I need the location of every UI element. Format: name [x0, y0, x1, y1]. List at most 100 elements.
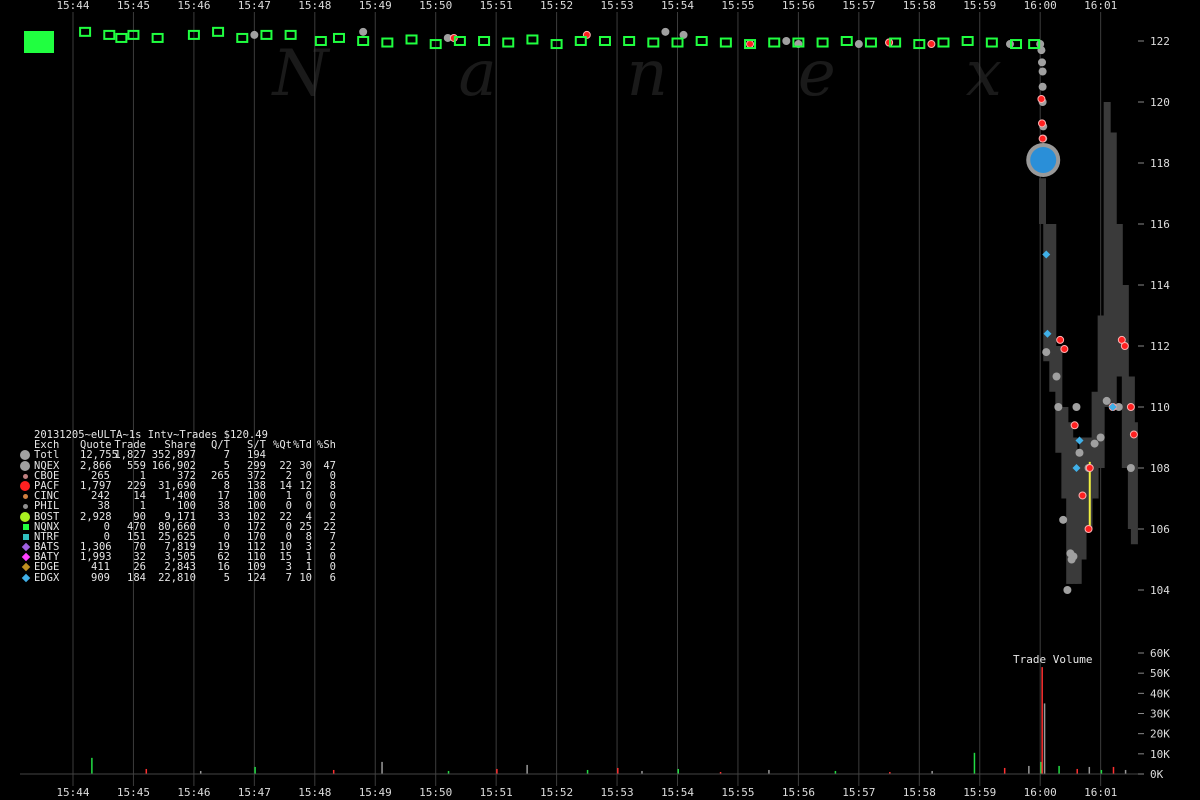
x-tick-label-top: 15:45 [117, 0, 150, 12]
trade-marker-pacf [1120, 342, 1129, 350]
spread-bar [1049, 224, 1057, 392]
first-trade-marker [24, 31, 54, 53]
y-tick-label: 112 [1150, 340, 1170, 353]
volume-bar [145, 768, 148, 774]
trade-marker-pacf [1037, 94, 1046, 103]
stats-cell: EDGX [21, 572, 80, 583]
trade-marker-nqex [661, 27, 670, 36]
spread-bar [1055, 346, 1063, 453]
stats-cell: 0 [329, 500, 336, 513]
stats-cell: 6 [329, 571, 336, 584]
stats-cell: 100 [247, 500, 266, 513]
stats-cell: %Qt [273, 439, 292, 452]
trade-marker-pacf [1038, 134, 1047, 143]
x-tick-label-top: 15:56 [782, 0, 815, 12]
watermark: Nanex [270, 37, 1131, 111]
x-tick-label-top: 15:46 [177, 0, 210, 12]
spread-bar [1109, 132, 1117, 407]
y-tick-label: 106 [1150, 523, 1170, 536]
trade-marker-nqex [1102, 396, 1111, 405]
trade-marker-pacf [1084, 525, 1093, 533]
exchange-symbol-icon [20, 480, 30, 491]
x-tick-label-top: 15:52 [540, 0, 573, 12]
volume-bar [586, 769, 589, 774]
x-tick-label-bottom: 15:58 [903, 786, 936, 799]
exchange-symbol-icon [20, 511, 30, 522]
volume-panel-title: Trade Volume [1013, 653, 1093, 666]
spread-bar [1121, 285, 1129, 468]
x-tick-label-bottom: 15:52 [540, 786, 573, 799]
trade-marker-pacf [1060, 345, 1069, 354]
stats-cell: 124 [247, 571, 266, 584]
y-tick-label: 114 [1150, 279, 1170, 292]
volume-tick-label: 60K [1150, 647, 1170, 660]
trade-marker-nqex [1096, 433, 1105, 442]
stats-cell: PHIL [23, 501, 80, 512]
trade-marker-bost [115, 32, 128, 43]
stats-cell: 7 [285, 571, 292, 584]
trade-marker-pacf [1070, 421, 1079, 430]
x-tick-label-top: 16:01 [1084, 0, 1117, 12]
trade-marker-nqex [1038, 67, 1047, 76]
volume-tick-label: 10K [1150, 748, 1170, 761]
x-tick-label-bottom: 16:00 [1024, 786, 1057, 799]
volume-bar [768, 769, 770, 774]
volume-tick-label: 20K [1150, 728, 1170, 741]
y-tick-label: 116 [1150, 218, 1170, 231]
volume-bar [1088, 766, 1091, 774]
trade-marker-nqex [1054, 403, 1063, 411]
trade-marker-nqex [1005, 40, 1014, 49]
stats-cell: 909 [91, 571, 110, 584]
x-tick-label-bottom: 15:55 [721, 786, 754, 799]
volume-bar [617, 767, 619, 774]
volume-tick-label: 40K [1150, 687, 1170, 700]
trade-marker-nqex [359, 27, 368, 36]
x-tick-label-bottom: 15:59 [963, 786, 996, 799]
spread-bar [1115, 224, 1123, 377]
trade-marker-bost [236, 32, 249, 43]
y-tick-label: 118 [1150, 157, 1170, 170]
stats-row: EDGX 909 184 22,810 5 124 7 10 6 [21, 571, 336, 584]
trade-marker-pacf [1056, 335, 1065, 344]
stats-cell: %Sh [317, 439, 336, 452]
trade-marker-nqex [1126, 464, 1135, 472]
trade-marker-nqex [1090, 439, 1099, 448]
trade-marker-bost [79, 26, 92, 37]
stats-cell: 5 [223, 571, 230, 584]
trade-marker-pacf [1126, 403, 1135, 411]
volume-bar [1124, 769, 1127, 774]
volume-bar [1112, 766, 1115, 774]
x-tick-label-top: 15:53 [600, 0, 633, 12]
volume-bar [1058, 765, 1060, 774]
price-volume-chart: Nanex 15:44 15:44 15:45 15:45 15:46 15:46 15:47… [20, 0, 1170, 799]
stats-cell: 38 [217, 500, 230, 513]
x-tick-label-top: 15:48 [298, 0, 331, 12]
spread-bar [1097, 315, 1105, 468]
volume-bar [332, 769, 335, 774]
volume-bar [1028, 765, 1030, 774]
trade-marker-nqex [1042, 348, 1051, 357]
stats-cell: 38 [97, 500, 110, 513]
volume-tick-label: 0K [1150, 768, 1164, 781]
x-tick-label-bottom: 15:53 [600, 786, 633, 799]
trade-marker-bost [260, 29, 273, 40]
trade-marker-bost [103, 29, 116, 40]
volume-bar [677, 768, 679, 774]
trade-marker-nqex [854, 40, 863, 49]
volume-bar [254, 766, 256, 774]
x-tick-label-top: 16:00 [1024, 0, 1057, 12]
exchange-symbol-icon [23, 473, 28, 479]
x-tick-label-top: 15:44 [56, 0, 89, 12]
trade-marker-nqex [1072, 403, 1081, 411]
trade-marker-pacf [927, 40, 936, 49]
x-tick-label-top: 15:51 [480, 0, 513, 12]
trade-marker-nqex [1059, 515, 1068, 524]
x-tick-label-bottom: 15:51 [480, 786, 513, 799]
volume-bar [1003, 767, 1006, 774]
trade-marker-nqex [1038, 82, 1047, 91]
x-tick-label-top: 15:49 [359, 0, 392, 12]
x-tick-label-bottom: 15:45 [117, 786, 150, 799]
spread-bar [1130, 422, 1138, 545]
trade-marker-pacf [746, 40, 755, 49]
stats-cell: 0 [285, 500, 292, 513]
